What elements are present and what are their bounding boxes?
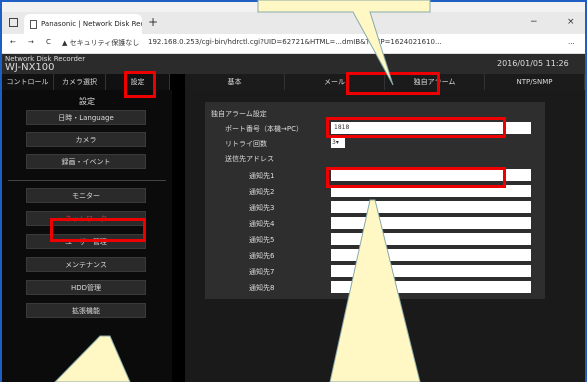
bottom-right-callout [329, 199, 421, 382]
bottom-left-callout [54, 335, 131, 382]
callout-overlay [54, 0, 431, 382]
top-callout [257, 0, 431, 86]
